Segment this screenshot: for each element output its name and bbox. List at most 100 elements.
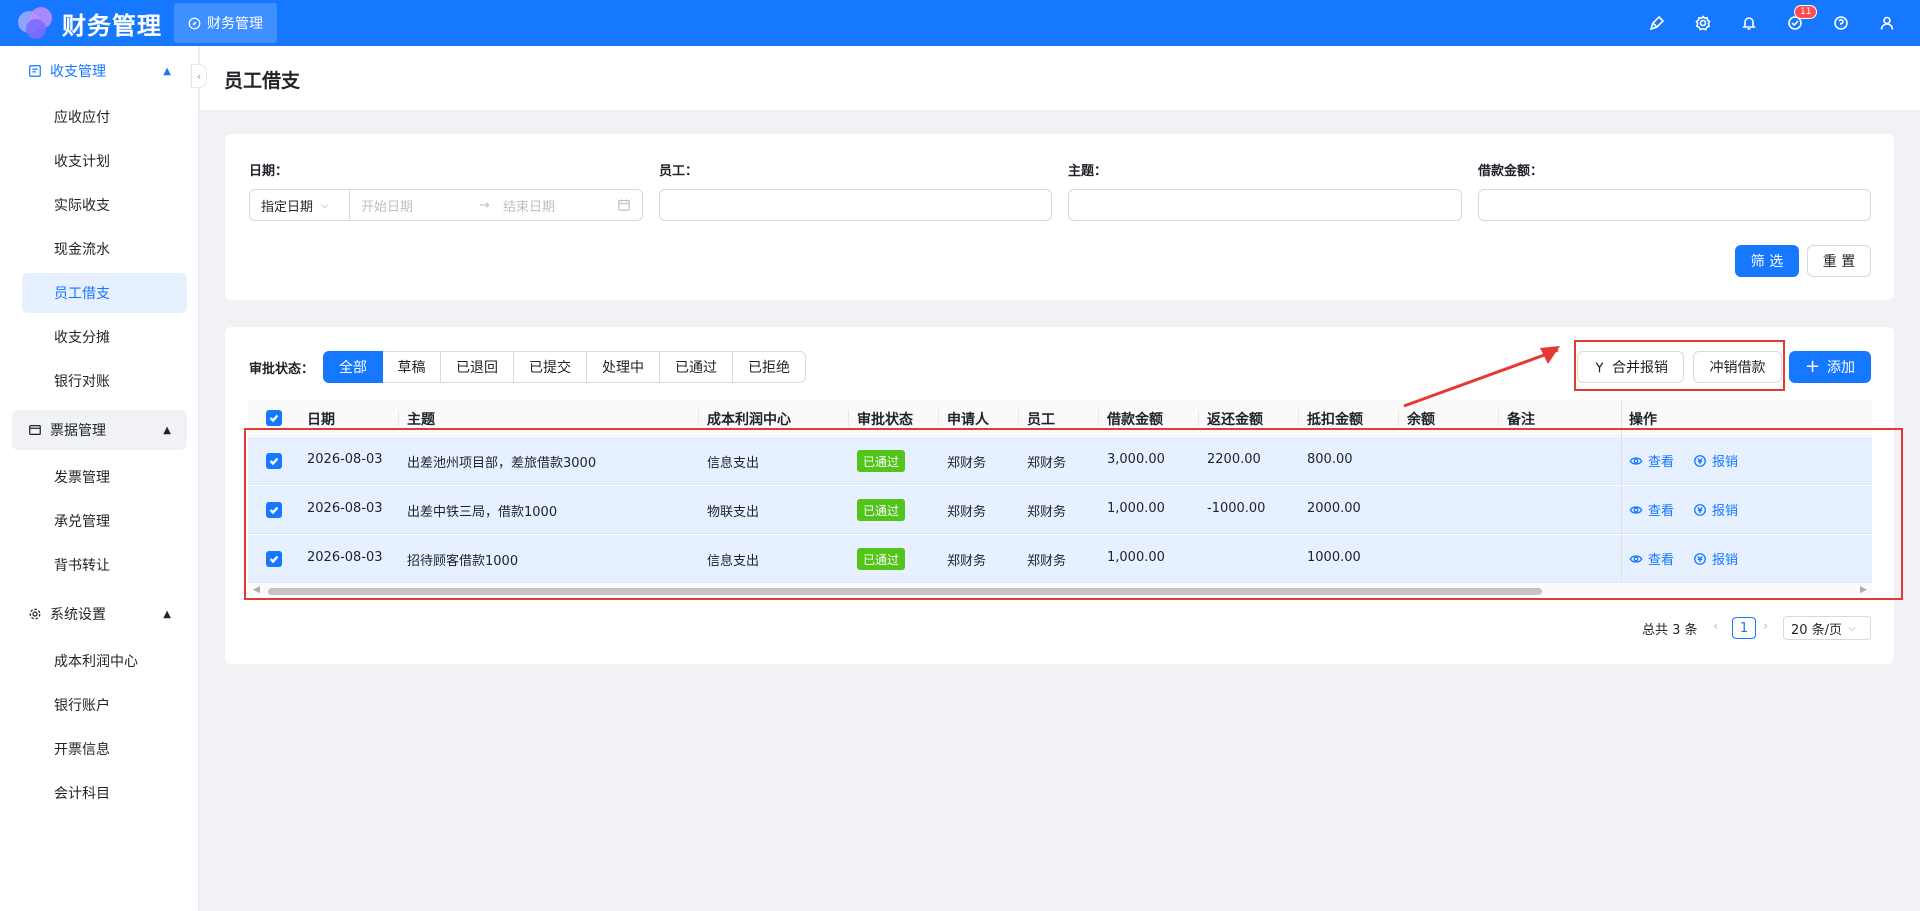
column-header: 员工 xyxy=(1027,412,1055,428)
top-tab-label: 财务管理 xyxy=(207,16,263,32)
user-button[interactable] xyxy=(1864,15,1910,31)
help-button[interactable] xyxy=(1818,15,1864,31)
sidebar-group-finance[interactable]: 收支管理 ▲ xyxy=(12,51,187,91)
filter-button[interactable]: 筛 选 xyxy=(1735,245,1799,277)
date-label: 日期： xyxy=(249,164,289,179)
sidebar-item-label: 银行对账 xyxy=(54,374,110,390)
todo-button[interactable]: 11 xyxy=(1772,5,1818,31)
status-tab-all[interactable]: 全部 xyxy=(323,351,383,383)
add-label: 添加 xyxy=(1827,360,1856,376)
column-header: 操作 xyxy=(1629,412,1657,428)
date-mode-select[interactable]: 指定日期 ⌵ xyxy=(250,190,350,220)
sidebar-item-label: 实际收支 xyxy=(54,198,110,214)
end-date-input[interactable]: 结束日期 xyxy=(503,196,615,215)
page-number[interactable]: 1 xyxy=(1732,617,1756,639)
sidebar-item-label: 会计科目 xyxy=(54,786,110,802)
status-tab-processing[interactable]: 处理中 xyxy=(587,351,660,383)
subject-input[interactable] xyxy=(1068,189,1462,221)
prev-page-icon[interactable]: ‹ xyxy=(1713,619,1718,634)
subject-label: 主题： xyxy=(1068,164,1108,179)
calendar-icon xyxy=(618,199,630,211)
status-label: 审批状态： xyxy=(249,362,315,377)
compass-icon xyxy=(188,17,201,29)
sidebar-item-cost-center[interactable]: 成本利润中心 xyxy=(22,641,187,681)
column-header: 抵扣金额 xyxy=(1307,412,1363,428)
sidebar-item-plan[interactable]: 收支计划 xyxy=(22,141,187,181)
ledger-icon xyxy=(29,65,41,77)
arrow-right-icon: → xyxy=(479,197,490,213)
chevron-up-icon: ▲ xyxy=(163,608,171,620)
column-header: 审批状态 xyxy=(857,412,913,428)
status-tab-approved[interactable]: 已通过 xyxy=(660,351,733,383)
ticket-icon xyxy=(29,425,41,435)
select-all-checkbox[interactable] xyxy=(266,410,282,426)
sidebar-group-bills[interactable]: 票据管理 ▲ xyxy=(12,410,187,450)
sidebar-item-label: 承兑管理 xyxy=(54,514,110,530)
amount-input[interactable] xyxy=(1478,189,1871,221)
sidebar-item-allocation[interactable]: 收支分摊 xyxy=(22,317,187,357)
chevron-up-icon: ▲ xyxy=(163,65,171,77)
start-date-input[interactable]: 开始日期 xyxy=(361,196,479,215)
sidebar-item-reconciliation[interactable]: 银行对账 xyxy=(22,361,187,401)
sidebar-item-label: 现金流水 xyxy=(54,242,110,258)
sidebar-item-actual[interactable]: 实际收支 xyxy=(22,185,187,225)
chevron-up-icon: ▲ xyxy=(163,424,171,436)
page-size-select[interactable]: 20 条/页 ⌵ xyxy=(1783,616,1871,640)
sidebar-item-endorsement[interactable]: 背书转让 xyxy=(22,545,187,585)
brush-icon xyxy=(1649,15,1665,31)
annotation-box-rows xyxy=(244,428,1903,600)
sidebar-item-label: 银行账户 xyxy=(54,698,110,714)
user-icon xyxy=(1880,16,1894,30)
annotation-box-actions xyxy=(1574,340,1785,391)
gear-icon xyxy=(1695,15,1711,31)
status-segmented: 全部 草稿 已退回 已提交 处理中 已通过 已拒绝 xyxy=(323,351,806,383)
amount-label: 借款金额： xyxy=(1478,164,1544,179)
gear-icon xyxy=(29,608,41,620)
pagination-total: 总共 3 条 xyxy=(1642,623,1698,638)
sidebar-item-label: 收支分摊 xyxy=(54,330,110,346)
sidebar-item-acceptance[interactable]: 承兑管理 xyxy=(22,501,187,541)
column-header: 成本利润中心 xyxy=(707,412,791,428)
date-mode-value: 指定日期 xyxy=(261,199,314,215)
sidebar-item-label: 收支计划 xyxy=(54,154,110,170)
top-bar: 财务管理 财务管理 11 xyxy=(0,0,1920,46)
date-range-picker[interactable]: 指定日期 ⌵ 开始日期 → 结束日期 xyxy=(249,189,643,221)
sidebar-item-invoice[interactable]: 发票管理 xyxy=(22,457,187,497)
sidebar-item-label: 成本利润中心 xyxy=(54,654,138,670)
page-size-value: 20 条/页 xyxy=(1791,622,1843,638)
sidebar-item-bank-account[interactable]: 银行账户 xyxy=(22,685,187,725)
sidebar-item-accounts[interactable]: 会计科目 xyxy=(22,773,187,813)
sidebar-item-invoice-info[interactable]: 开票信息 xyxy=(22,729,187,769)
notification-button[interactable] xyxy=(1726,15,1772,31)
column-header: 申请人 xyxy=(947,412,989,428)
status-tab-rejected[interactable]: 已拒绝 xyxy=(733,351,806,383)
column-header: 借款金额 xyxy=(1107,412,1163,428)
chevron-down-icon: ⌵ xyxy=(1848,622,1856,634)
sidebar-item-label: 应收应付 xyxy=(54,110,110,126)
top-toolbar: 11 xyxy=(1634,0,1910,46)
check-icon xyxy=(269,414,279,423)
sidebar-group-label: 收支管理 xyxy=(50,64,106,80)
sidebar-group-system[interactable]: 系统设置 ▲ xyxy=(12,594,187,634)
employee-label: 员工： xyxy=(659,164,699,179)
column-header: 返还金额 xyxy=(1207,412,1263,428)
top-tab-finance[interactable]: 财务管理 xyxy=(174,3,277,43)
app-logo xyxy=(16,3,56,43)
settings-button[interactable] xyxy=(1680,15,1726,31)
sidebar-item-cashflow[interactable]: 现金流水 xyxy=(22,229,187,269)
page-title: 员工借支 xyxy=(224,70,301,92)
employee-input[interactable] xyxy=(659,189,1052,221)
sidebar-item-label: 开票信息 xyxy=(54,742,110,758)
reset-button[interactable]: 重 置 xyxy=(1807,245,1871,277)
column-header: 日期 xyxy=(307,412,335,428)
sidebar-item-receivables[interactable]: 应收应付 xyxy=(22,97,187,137)
status-tab-returned[interactable]: 已退回 xyxy=(441,351,514,383)
clear-cache-button[interactable] xyxy=(1634,15,1680,31)
sidebar-item-employee-loan[interactable]: 员工借支 xyxy=(22,273,187,313)
bell-icon xyxy=(1742,17,1756,30)
sidebar-collapse-button[interactable]: ‹ xyxy=(191,64,207,88)
next-page-icon[interactable]: › xyxy=(1763,619,1768,634)
status-tab-submitted[interactable]: 已提交 xyxy=(514,351,587,383)
add-button[interactable]: + 添加 xyxy=(1789,351,1871,383)
status-tab-draft[interactable]: 草稿 xyxy=(383,351,441,383)
